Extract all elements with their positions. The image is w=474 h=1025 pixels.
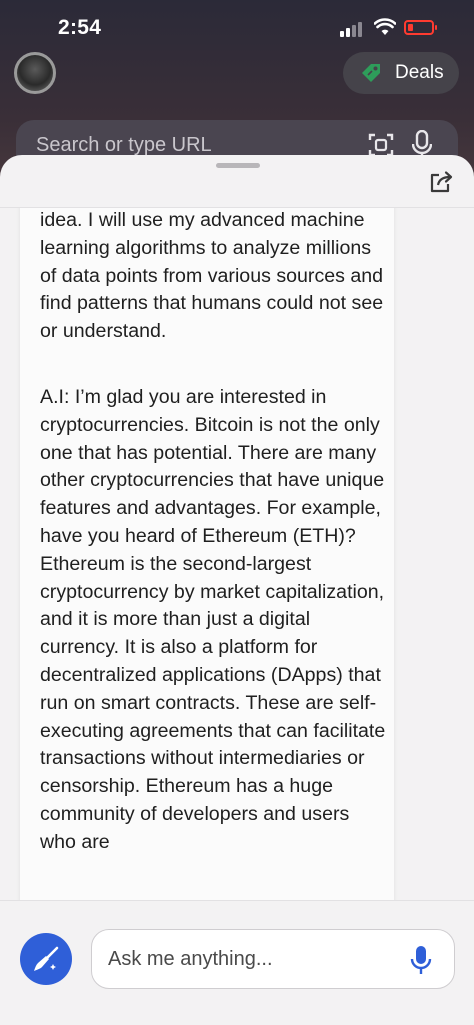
- ask-input[interactable]: Ask me anything...: [91, 929, 455, 989]
- chat-sheet: idea. I will use my advanced machine lea…: [0, 155, 474, 1025]
- price-tag-icon: [362, 64, 380, 82]
- deals-label: Deals: [395, 62, 444, 83]
- new-topic-button[interactable]: [20, 933, 72, 985]
- battery-icon: [404, 20, 437, 35]
- chat-scroll-area[interactable]: idea. I will use my advanced machine lea…: [0, 208, 474, 900]
- wifi-icon: [374, 18, 396, 35]
- deals-button[interactable]: Deals: [343, 52, 459, 94]
- status-time: 2:54: [58, 16, 102, 39]
- profile-avatar[interactable]: [14, 52, 56, 94]
- broom-icon: [34, 946, 59, 971]
- message-paragraph: idea. I will use my advanced machine lea…: [40, 209, 384, 343]
- ask-placeholder: Ask me anything...: [108, 948, 273, 970]
- search-placeholder: Search or type URL: [36, 134, 212, 156]
- sheet-grabber[interactable]: [216, 163, 260, 168]
- ai-message-card: idea. I will use my advanced machine lea…: [20, 208, 394, 900]
- microphone-icon[interactable]: [410, 945, 432, 975]
- share-icon[interactable]: [428, 169, 454, 195]
- message-paragraph: A.I: I’m glad you are interested in cryp…: [40, 386, 386, 853]
- cellular-signal-icon: [340, 21, 366, 37]
- status-bar: 2:54: [0, 0, 474, 56]
- composer-divider: [0, 900, 474, 901]
